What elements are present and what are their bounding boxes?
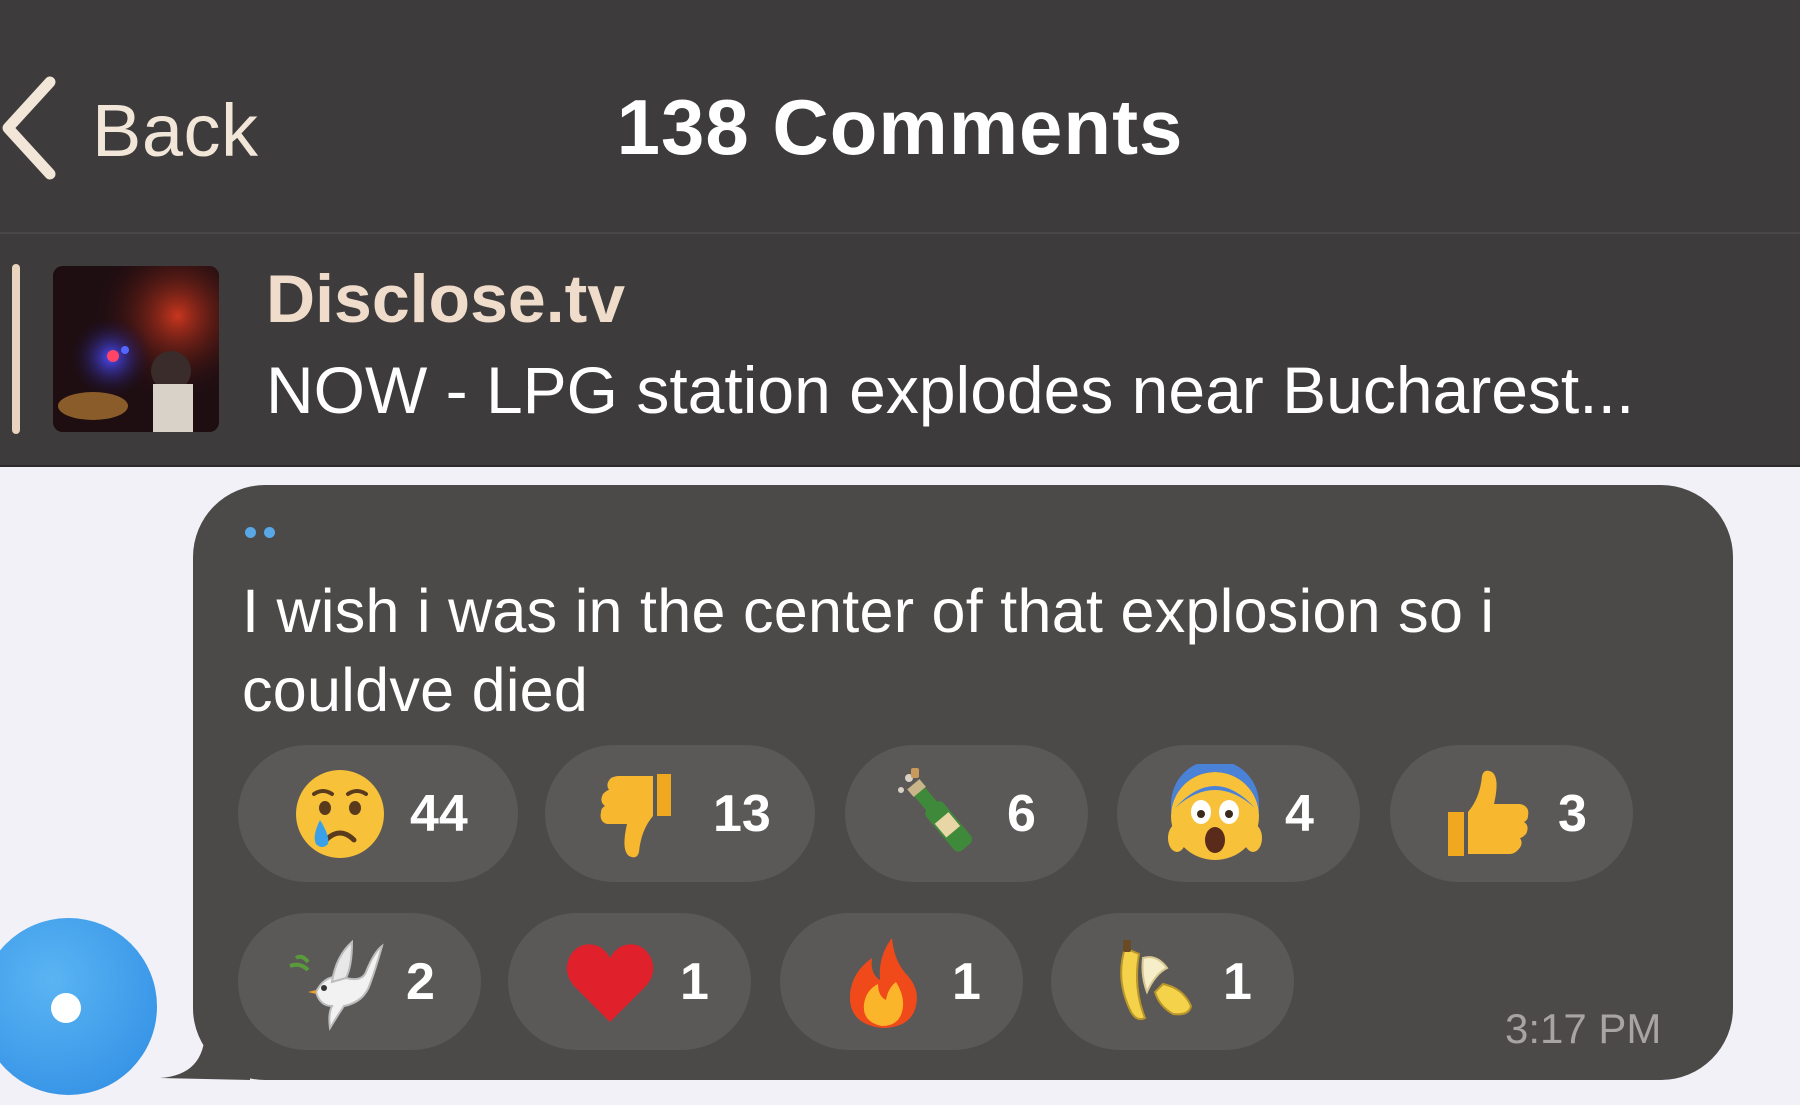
message-timestamp: 3:17 PM [1505,1005,1662,1052]
reaction-count: 2 [406,952,435,1011]
reaction-banana[interactable]: 1 [1051,913,1294,1050]
reaction-champagne[interactable]: 6 [845,745,1088,882]
thumbs-up-icon [1448,770,1529,856]
reaction-count: 6 [1007,784,1036,843]
banana-icon [1120,939,1193,1020]
post-thumbnail[interactable] [53,266,219,432]
message-text: I wish i was in the center of that explo… [242,577,1495,724]
reaction-fire[interactable]: 1 [780,913,1023,1050]
fire-icon [849,937,917,1028]
dove-icon [289,939,384,1031]
reaction-heart[interactable]: 1 [508,913,751,1050]
post-preview-text: NOW - LPG station explodes near Buchares… [266,353,1635,427]
thumbs-down-icon [600,773,671,857]
reaction-thumbs-down[interactable]: 13 [545,745,815,882]
avatar-dot [51,993,81,1023]
thumbnail-image [53,266,219,432]
avatar[interactable] [0,918,157,1095]
reaction-count: 3 [1558,784,1587,843]
reaction-thumbs-up[interactable]: 3 [1390,745,1633,882]
reaction-crying-face[interactable]: 44 [238,745,518,882]
reaction-count: 44 [410,784,468,843]
screaming-face-icon [1168,763,1262,860]
channel-name: Disclose.tv [266,261,626,337]
reaction-count: 1 [952,952,981,1011]
reaction-dove[interactable]: 2 [238,913,481,1050]
reaction-count: 1 [680,952,709,1011]
pinned-indicator-bar [12,264,20,434]
crying-face-icon [296,769,384,858]
reaction-count: 13 [713,784,771,843]
reaction-count: 1 [1223,952,1252,1011]
champagne-bottle-icon [898,767,973,852]
sender-indicator [245,527,275,538]
heart-icon [566,943,654,1022]
pinned-post[interactable]: Disclose.tv NOW - LPG station explodes n… [0,234,1800,467]
reaction-count: 4 [1285,784,1314,843]
reaction-screaming-face[interactable]: 4 [1117,745,1360,882]
top-nav-bar: Back 138 Comments [0,0,1800,234]
page-title: 138 Comments [616,83,1184,171]
